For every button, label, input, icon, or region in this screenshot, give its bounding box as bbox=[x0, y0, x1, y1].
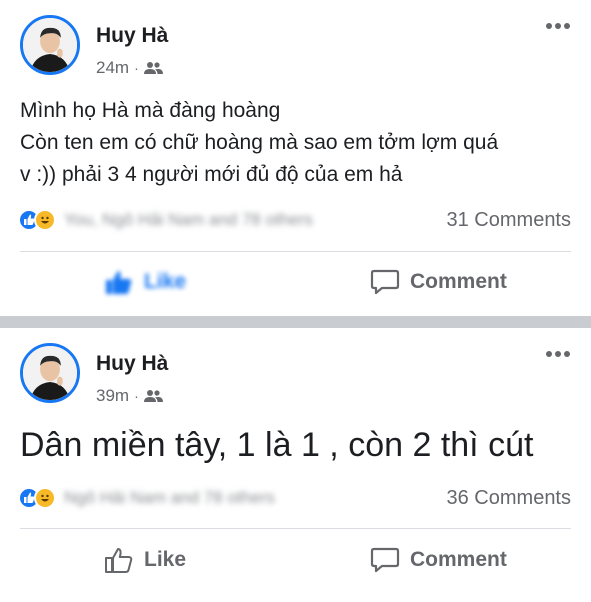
haha-reaction-icon bbox=[34, 487, 56, 509]
divider bbox=[20, 251, 571, 252]
avatar-image bbox=[23, 18, 77, 72]
feed-post: Huy Hà 24m · Mình họ Hà mà đàng hoàng Cò… bbox=[0, 0, 591, 316]
post-text: Dân miền tây, 1 là 1 , còn 2 thì cút bbox=[20, 426, 534, 464]
thumbs-up-icon bbox=[105, 548, 133, 573]
comments-count[interactable]: 31 Comments bbox=[447, 209, 572, 232]
avatar[interactable] bbox=[20, 15, 80, 75]
comment-button[interactable]: Comment bbox=[370, 546, 507, 574]
reactions-summary[interactable]: Ngô Hải Nam and 78 others bbox=[18, 485, 275, 511]
post-meta: 39m · bbox=[96, 386, 163, 406]
thumbs-up-icon bbox=[106, 271, 132, 294]
like-label: Like bbox=[144, 270, 187, 293]
comment-bubble-icon bbox=[370, 547, 400, 573]
feed-separator bbox=[0, 316, 591, 328]
meta-separator: · bbox=[134, 388, 139, 404]
reactions-summary[interactable]: You, Ngô Hải Nam and 78 others bbox=[18, 207, 313, 233]
reactors-names[interactable]: You, Ngô Hải Nam and 78 others bbox=[64, 210, 313, 230]
comments-count[interactable]: 36 Comments bbox=[447, 487, 572, 510]
reactors-names[interactable]: Ngô Hải Nam and 78 others bbox=[64, 488, 275, 508]
like-button[interactable]: Like bbox=[104, 268, 186, 296]
more-options-icon[interactable] bbox=[545, 22, 571, 30]
comment-button[interactable]: Comment bbox=[370, 268, 507, 296]
more-options-icon[interactable] bbox=[545, 350, 571, 358]
avatar-image bbox=[23, 346, 77, 400]
post-text: Mình họ Hà mà đàng hoàng Còn ten em có c… bbox=[20, 99, 499, 186]
like-button[interactable]: Like bbox=[104, 546, 186, 574]
haha-reaction-icon bbox=[34, 209, 56, 231]
comment-label: Comment bbox=[410, 548, 507, 571]
divider bbox=[20, 528, 571, 529]
feed-post: Huy Hà 39m · Dân miền tây, 1 là 1 , còn … bbox=[0, 328, 591, 602]
comment-label: Comment bbox=[410, 270, 507, 293]
post-time[interactable]: 24m bbox=[96, 58, 129, 78]
friends-icon bbox=[143, 390, 163, 402]
meta-separator: · bbox=[134, 60, 139, 76]
author-name[interactable]: Huy Hà bbox=[96, 352, 168, 376]
like-label: Like bbox=[144, 548, 187, 571]
post-time[interactable]: 39m bbox=[96, 386, 129, 406]
comment-bubble-icon bbox=[370, 269, 400, 295]
avatar[interactable] bbox=[20, 343, 80, 403]
post-meta: 24m · bbox=[96, 58, 163, 78]
author-name[interactable]: Huy Hà bbox=[96, 24, 168, 48]
friends-icon bbox=[143, 62, 163, 74]
